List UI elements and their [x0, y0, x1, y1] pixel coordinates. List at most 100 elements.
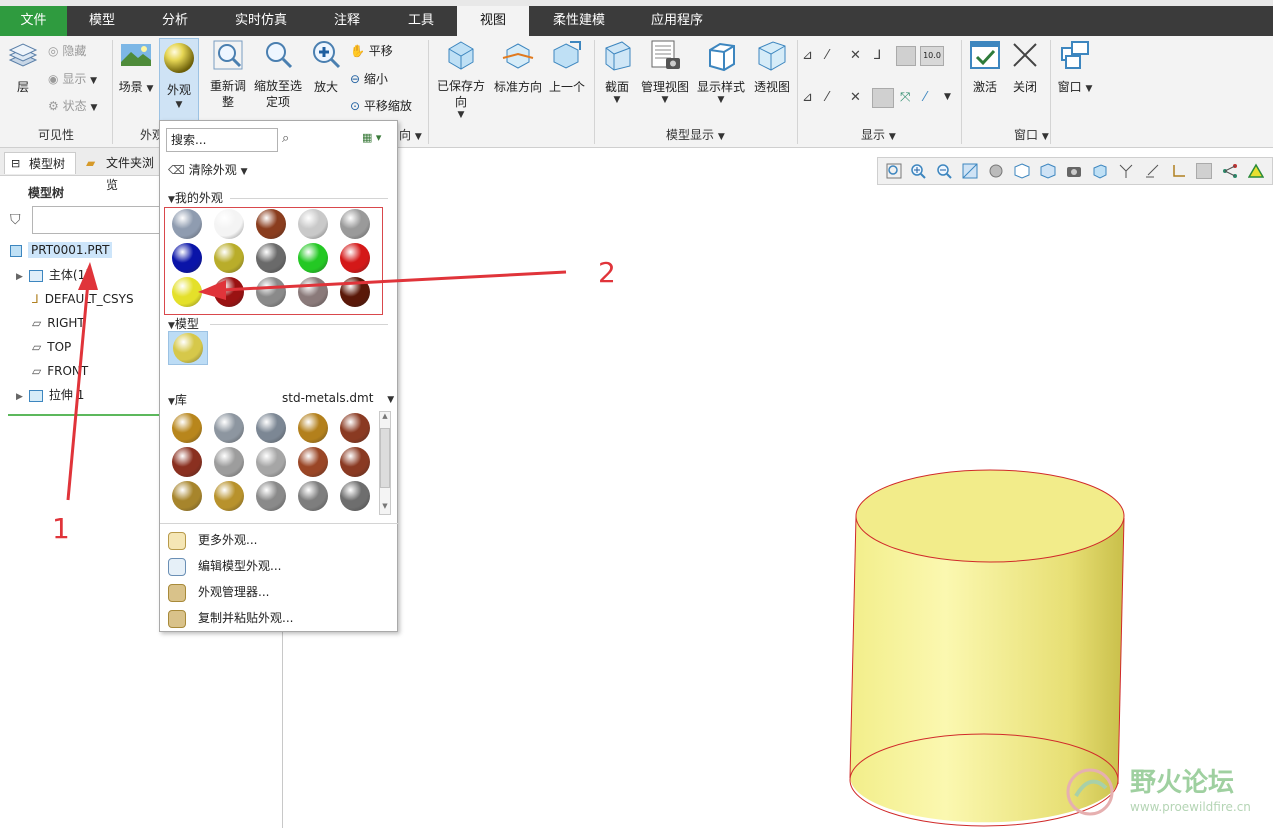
search-icon[interactable]: ⌕ [282, 131, 289, 146]
scene-button[interactable]: 场景 ▼ [116, 38, 156, 95]
copy-paste-appearances-item[interactable]: 复制并粘贴外观... [168, 607, 293, 629]
my-appearance-swatch[interactable] [172, 243, 202, 273]
model-appearance-swatch[interactable] [168, 331, 208, 365]
dimension-display-icon[interactable]: 10.0 [920, 46, 944, 66]
more-appearances-item[interactable]: 更多外观... [168, 529, 257, 551]
tab-view[interactable]: 视图 [457, 6, 529, 36]
repaint-icon[interactable] [962, 163, 978, 179]
library-appearance-swatch[interactable] [172, 481, 202, 511]
library-appearance-swatch[interactable] [214, 447, 244, 477]
tree-item-front[interactable]: ▱ FRONT [32, 361, 88, 381]
expand-icon[interactable]: ▶ [16, 272, 23, 282]
zoom-out-icon[interactable] [936, 163, 952, 179]
library-appearance-swatch[interactable] [172, 413, 202, 443]
filter-icon[interactable]: ⛉ [10, 212, 21, 228]
my-appearance-swatch[interactable] [214, 277, 244, 307]
library-appearance-swatch[interactable] [214, 413, 244, 443]
appearance-manager-item[interactable]: 外观管理器... [168, 581, 269, 603]
my-appearance-swatch[interactable] [298, 277, 328, 307]
scroll-down-icon[interactable]: ▼ [380, 502, 390, 514]
tag-display-icon[interactable] [1196, 163, 1212, 179]
my-appearance-swatch[interactable] [340, 209, 370, 239]
library-appearance-swatch[interactable] [340, 413, 370, 443]
my-appearance-swatch[interactable] [214, 209, 244, 239]
my-appearances-header[interactable]: ▼我的外观 [168, 189, 223, 206]
datum-plane-display-icon[interactable]: ⊿ [802, 48, 813, 63]
scroll-thumb[interactable] [380, 428, 390, 488]
hide-button[interactable]: ◎ 隐藏 [48, 42, 86, 59]
perspective-button[interactable]: 透视图 [752, 38, 792, 95]
tab-model[interactable]: 模型 [67, 6, 137, 36]
tab-file[interactable]: 文件 [0, 6, 67, 36]
tree-item-csys[interactable]: ⅃ DEFAULT_CSYS [32, 289, 134, 309]
tab-analysis[interactable]: 分析 [137, 6, 213, 36]
my-appearance-swatch[interactable] [340, 277, 370, 307]
tree-item-body[interactable]: ▶ 主体(1) [16, 265, 90, 285]
appearance-search-input[interactable]: 搜索... [166, 128, 278, 152]
pan-zoom-button[interactable]: ⊙ 平移缩放 [350, 97, 412, 114]
tag-display-icon[interactable] [896, 46, 916, 66]
expand-icon[interactable]: ▶ [16, 392, 23, 402]
csys-display-icon[interactable]: ⅃ [874, 48, 881, 63]
spin-center-icon[interactable] [988, 163, 1004, 179]
pan-button[interactable]: ✋ 平移 [350, 42, 393, 59]
datum-plane-icon[interactable] [1144, 163, 1160, 179]
close-button[interactable]: 关闭 [1006, 38, 1044, 95]
my-appearance-swatch[interactable] [256, 209, 286, 239]
library-scrollbar[interactable]: ▲ ▼ [379, 411, 391, 515]
my-appearance-swatch[interactable] [214, 243, 244, 273]
previous-button[interactable]: 上一个 [546, 38, 588, 95]
library-appearance-swatch[interactable] [298, 413, 328, 443]
tree-item-top[interactable]: ▱ TOP [32, 337, 71, 357]
tab-applications[interactable]: 应用程序 [629, 6, 725, 36]
zoom-to-selected-button[interactable]: 缩放至选定项 [252, 38, 304, 110]
connect-icon[interactable] [1222, 163, 1238, 179]
manage-views-button[interactable]: 管理视图 ▼ [640, 38, 690, 105]
window-button[interactable]: 窗口 ▼ [1054, 38, 1096, 95]
library-appearance-swatch[interactable] [256, 447, 286, 477]
refit-icon[interactable] [886, 163, 902, 179]
zoom-in-button[interactable]: 放大 [308, 38, 344, 95]
my-appearance-swatch[interactable] [298, 243, 328, 273]
my-appearance-swatch[interactable] [172, 209, 202, 239]
library-appearance-swatch[interactable] [256, 481, 286, 511]
library-appearance-swatch[interactable] [298, 481, 328, 511]
refit-button[interactable]: 重新调整 [206, 38, 250, 110]
tab-folder-browser[interactable]: ▰ 文件夹浏览 [80, 152, 160, 192]
saved-orientation-icon[interactable] [1014, 163, 1030, 179]
spin-center-icon[interactable]: ⤧ [900, 90, 910, 105]
tree-filter-input[interactable] [32, 206, 172, 234]
cylinder-model[interactable] [284, 148, 1273, 828]
layer-button[interactable]: 层 [4, 38, 42, 95]
tab-tools[interactable]: 工具 [385, 6, 457, 36]
camera-icon[interactable] [1066, 163, 1082, 179]
standard-orientation-button[interactable]: 标准方向 [492, 38, 544, 95]
scroll-up-icon[interactable]: ▲ [380, 412, 390, 424]
my-appearance-swatch[interactable] [256, 277, 286, 307]
model-appearances-header[interactable]: ▼模型 [168, 315, 199, 332]
library-header[interactable]: ▼库 [168, 391, 187, 408]
tree-item-part[interactable]: PRT0001.PRT [10, 240, 113, 260]
annotation-display-icon[interactable]: ⁄ [924, 90, 926, 105]
library-file-select[interactable]: std-metals.dmt ▼ [282, 391, 394, 405]
library-appearance-swatch[interactable] [214, 481, 244, 511]
tab-annotate[interactable]: 注释 [309, 6, 385, 36]
csys-icon[interactable] [1170, 163, 1186, 179]
library-appearance-swatch[interactable] [298, 447, 328, 477]
tree-item-right[interactable]: ▱ RIGHT [32, 313, 85, 333]
library-appearance-swatch[interactable] [340, 447, 370, 477]
datum-point-icon[interactable] [1118, 163, 1134, 179]
display-style-button[interactable]: 显示样式 ▼ [694, 38, 748, 105]
appearance-button[interactable]: 外观 ▼ [159, 38, 199, 124]
view-options-icon[interactable]: ▦ ▾ [362, 131, 381, 144]
show-button[interactable]: ◉ 显示 ▼ [48, 70, 97, 87]
edit-model-appearances-item[interactable]: 编辑模型外观... [168, 555, 281, 577]
csys-tag-icon[interactable] [872, 88, 894, 108]
display-style-icon[interactable] [1092, 163, 1108, 179]
library-appearance-swatch[interactable] [256, 413, 286, 443]
datum-axis-display-icon[interactable]: ⁄ [826, 48, 828, 63]
tab-live-simulation[interactable]: 实时仿真 [213, 6, 309, 36]
plane-tag-icon[interactable]: ⊿ [802, 90, 813, 105]
library-appearance-swatch[interactable] [340, 481, 370, 511]
zoom-out-button[interactable]: ⊖ 缩小 [350, 70, 388, 87]
